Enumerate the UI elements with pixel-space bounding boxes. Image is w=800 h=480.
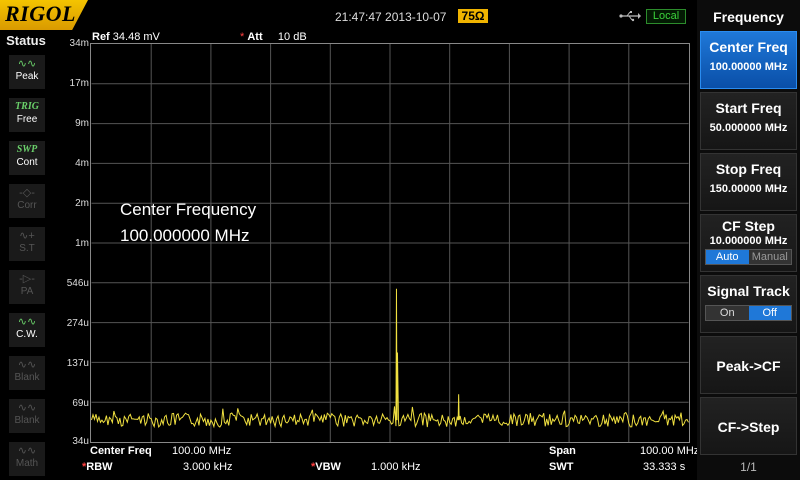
menu-page-number: 1/1	[740, 460, 757, 474]
vbw-value: 1.000 kHz	[371, 461, 421, 473]
swt-value: 33.333 s	[643, 461, 686, 473]
status-peak[interactable]: ∿∿ Peak	[9, 55, 45, 89]
trace-icon: ∿∿	[17, 402, 37, 414]
brand-text: RIGOL	[5, 1, 76, 26]
center-frequency-overlay-title: Center Frequency	[120, 200, 257, 219]
signal-track-softkey[interactable]: Signal Track On Off	[700, 275, 797, 333]
center-freq-softkey[interactable]: Center Freq 100.00000 MHz	[700, 31, 797, 89]
y-tick: 34m	[69, 38, 89, 49]
y-tick: 9m	[75, 118, 89, 129]
status-trace-blank-2[interactable]: ∿∿ Blank	[9, 399, 45, 433]
source-tracking-icon: ∿+	[19, 230, 35, 242]
menu-title: Frequency	[713, 9, 784, 25]
status-sweep[interactable]: SWP Cont	[9, 141, 45, 175]
datetime: 21:47:47 2013-10-07	[335, 10, 447, 24]
y-tick: 137u	[66, 358, 89, 369]
reference-level: Ref 34.48 mV	[92, 31, 160, 43]
y-tick: 274u	[66, 318, 89, 329]
cf-to-step-softkey[interactable]: CF->Step	[700, 397, 797, 455]
ref-value: 34.48 mV	[112, 31, 160, 43]
y-tick: 546u	[66, 278, 89, 289]
status-trigger[interactable]: TRIG Free	[9, 98, 45, 132]
y-tick: 1m	[75, 238, 89, 249]
att-value: 10 dB	[277, 31, 307, 43]
cf-step-auto-option[interactable]: Auto	[706, 250, 749, 264]
cf-step-manual-option[interactable]: Manual	[748, 250, 791, 264]
att-label: Att	[247, 31, 263, 43]
signal-track-toggle[interactable]: On Off	[705, 305, 792, 321]
signal-track-off-option[interactable]: Off	[748, 306, 791, 320]
span-label: Span	[549, 445, 576, 457]
stop-freq-softkey[interactable]: Stop Freq 150.00000 MHz	[700, 153, 797, 211]
impedance-badge: 75Ω	[458, 9, 488, 23]
trace-icon: ∿∿	[17, 359, 37, 371]
cf-step-softkey[interactable]: CF Step 10.000000 MHz Auto Manual	[700, 214, 797, 272]
usb-icon	[619, 11, 641, 22]
peak-icon: ∿∿	[17, 58, 37, 70]
rbw-value: 3.000 kHz	[183, 461, 233, 473]
signal-track-on-option[interactable]: On	[706, 306, 749, 320]
start-freq-softkey[interactable]: Start Freq 50.000000 MHz	[700, 92, 797, 150]
sweep-icon: SWP	[16, 144, 38, 155]
cw-icon: ∿∿	[17, 316, 37, 328]
status-preamp[interactable]: -▷- PA	[9, 270, 45, 304]
rbw-label: *RBW	[82, 461, 113, 473]
attenuation: * Att 10 dB	[240, 31, 307, 43]
status-corr[interactable]: -◇- Corr	[9, 184, 45, 218]
remote-state-badge: Local	[646, 9, 686, 24]
y-tick: 34u	[72, 436, 89, 447]
status-trace-blank-1[interactable]: ∿∿ Blank	[9, 356, 45, 390]
cf-step-mode-toggle[interactable]: Auto Manual	[705, 249, 792, 265]
center-freq-value: 100.00 MHz	[172, 445, 232, 457]
span-value: 100.00 MHz	[640, 445, 700, 457]
y-tick: 2m	[75, 198, 89, 209]
y-tick: 17m	[69, 78, 89, 89]
status-title: Status	[6, 33, 46, 48]
math-icon: ∿∿	[17, 445, 37, 457]
center-freq-label: Center Freq	[90, 445, 152, 457]
y-tick: 4m	[75, 158, 89, 169]
trigger-icon: TRIG	[15, 101, 39, 112]
status-source-tracking[interactable]: ∿+ S.T	[9, 227, 45, 261]
vbw-label: *VBW	[311, 461, 341, 473]
status-math[interactable]: ∿∿ Math	[9, 442, 45, 476]
y-tick: 69u	[72, 398, 89, 409]
corr-icon: -◇-	[19, 187, 35, 199]
status-cw[interactable]: ∿∿ C.W.	[9, 313, 45, 347]
preamp-icon: -▷-	[19, 273, 35, 285]
center-frequency-overlay-value: 100.000000 MHz	[120, 226, 250, 245]
ref-label: Ref	[92, 31, 110, 43]
peak-to-cf-softkey[interactable]: Peak->CF	[700, 336, 797, 394]
swt-label: SWT	[549, 461, 574, 473]
